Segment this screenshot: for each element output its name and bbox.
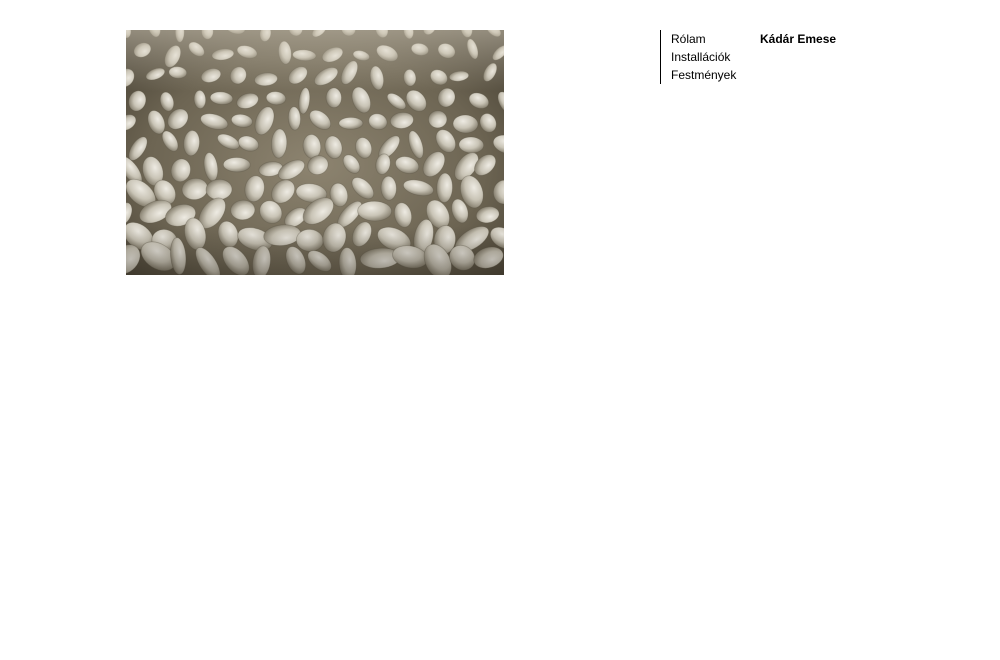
nav-item-rolam[interactable]: Rólam bbox=[671, 30, 736, 48]
featured-photo[interactable] bbox=[126, 30, 504, 275]
clay-pellets-image bbox=[126, 30, 504, 275]
page: Rólam Installációk Festmények Kádár Emes… bbox=[0, 0, 1000, 660]
nav-item-festmenyek[interactable]: Festmények bbox=[671, 66, 736, 84]
nav-item-installaciok[interactable]: Installációk bbox=[671, 48, 736, 66]
main-nav: Rólam Installációk Festmények bbox=[660, 30, 736, 84]
site-title: Kádár Emese bbox=[760, 32, 837, 46]
